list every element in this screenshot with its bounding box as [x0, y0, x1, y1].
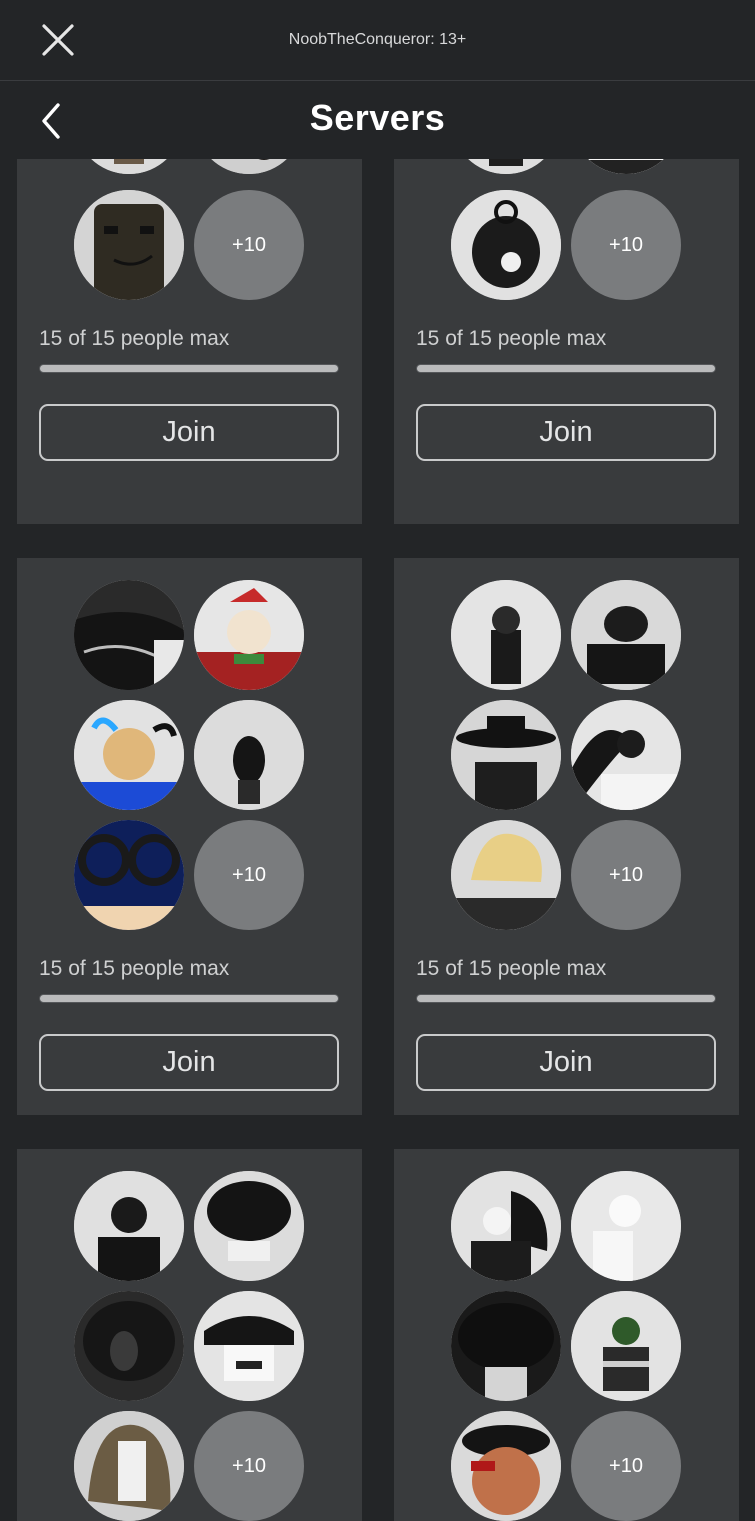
player-avatar[interactable] — [74, 1171, 184, 1281]
player-avatar[interactable] — [74, 700, 184, 810]
player-avatar[interactable] — [74, 580, 184, 690]
player-avatar[interactable] — [194, 1291, 304, 1401]
server-list[interactable]: +10 15 of 15 people max Join +10 15 of 1… — [0, 159, 755, 1521]
player-count: 15 of 15 people max — [39, 327, 230, 350]
player-avatar[interactable] — [451, 820, 561, 930]
player-avatar[interactable] — [74, 159, 184, 174]
more-players-badge[interactable]: +10 — [571, 820, 681, 930]
page-header: Servers — [0, 81, 755, 159]
player-avatar[interactable] — [451, 1291, 561, 1401]
capacity-bar — [416, 994, 716, 1003]
server-card: +10 — [394, 1149, 739, 1521]
player-avatar[interactable] — [571, 159, 681, 174]
server-card: +10 15 of 15 people max Join — [394, 159, 739, 524]
player-count: 15 of 15 people max — [416, 957, 607, 980]
more-players-badge[interactable]: +10 — [194, 1411, 304, 1521]
player-avatar[interactable] — [74, 1291, 184, 1401]
player-avatar[interactable] — [194, 580, 304, 690]
player-avatar[interactable] — [194, 700, 304, 810]
page-title: Servers — [309, 97, 446, 138]
capacity-bar — [416, 364, 716, 373]
player-avatar[interactable] — [451, 159, 561, 174]
experience-title: NoobTheConqueror: 13+ — [288, 31, 467, 48]
capacity-bar — [39, 994, 339, 1003]
more-players-badge[interactable]: +10 — [194, 190, 304, 300]
player-avatar[interactable] — [74, 820, 184, 930]
server-card: +10 15 of 15 people max Join — [17, 558, 362, 1115]
player-avatar[interactable] — [571, 1171, 681, 1281]
server-card: +10 15 of 15 people max Join — [17, 159, 362, 524]
join-button[interactable]: Join — [416, 1034, 716, 1091]
more-players-badge[interactable]: +10 — [194, 820, 304, 930]
capacity-bar — [39, 364, 339, 373]
player-avatar[interactable] — [194, 1171, 304, 1281]
join-button[interactable]: Join — [39, 1034, 339, 1091]
player-avatar[interactable] — [571, 700, 681, 810]
player-count: 15 of 15 people max — [416, 327, 607, 350]
player-avatar[interactable] — [451, 1411, 561, 1521]
player-avatar[interactable] — [451, 580, 561, 690]
join-button[interactable]: Join — [39, 404, 339, 461]
player-avatar[interactable] — [74, 190, 184, 300]
player-avatar[interactable] — [451, 700, 561, 810]
server-card: +10 — [17, 1149, 362, 1521]
player-avatar[interactable] — [571, 580, 681, 690]
player-avatar[interactable] — [74, 1411, 184, 1521]
top-bar: NoobTheConqueror: 13+ — [0, 0, 755, 81]
more-players-badge[interactable]: +10 — [571, 1411, 681, 1521]
more-players-badge[interactable]: +10 — [571, 190, 681, 300]
player-count: 15 of 15 people max — [39, 957, 230, 980]
player-avatar[interactable] — [451, 190, 561, 300]
player-avatar[interactable] — [451, 1171, 561, 1281]
join-button[interactable]: Join — [416, 404, 716, 461]
server-card: +10 15 of 15 people max Join — [394, 558, 739, 1115]
player-avatar[interactable] — [194, 159, 304, 174]
player-avatar[interactable] — [571, 1291, 681, 1401]
